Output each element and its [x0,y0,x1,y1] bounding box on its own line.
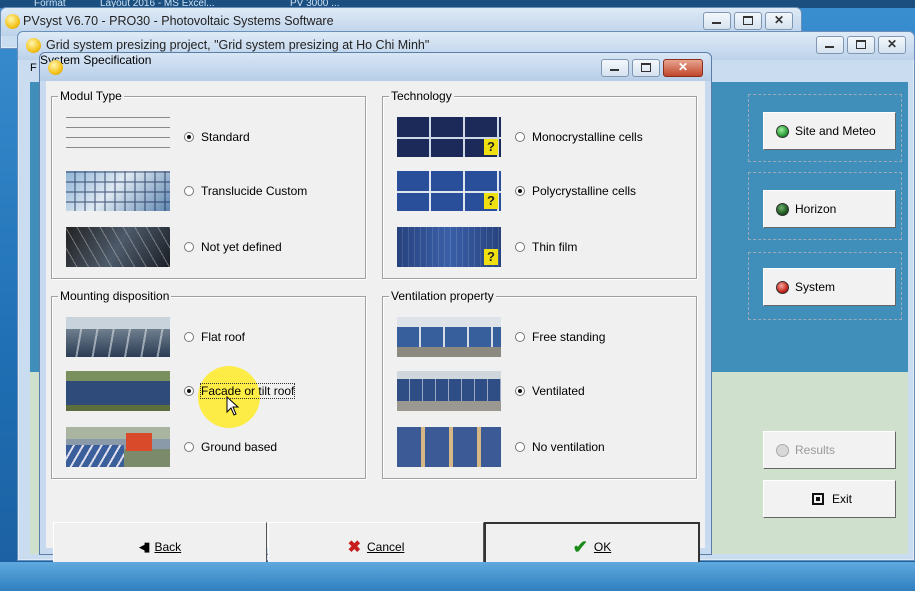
back-arrow-icon: ◂▮ [138,539,151,554]
translucide-radio[interactable] [184,186,194,196]
horizon-label: Horizon [795,202,837,216]
exit-label: Exit [832,492,853,506]
site-status-led-icon [776,124,789,138]
green-check-icon: ✔ [572,536,588,557]
option-no-ventilation[interactable]: No ventilation [387,425,687,469]
ground-based-label: Ground based [201,440,278,454]
pvsyst-minimize-button[interactable] [703,12,731,30]
mouse-pointer-icon [226,396,240,416]
monocrystalline-radio[interactable] [515,132,525,142]
project-window-title: Grid system presizing project, "Grid sys… [46,38,430,52]
modul-type-label: Modul Type [58,89,124,103]
results-status-led-icon [776,443,789,457]
option-ventilated[interactable]: Ventilated [387,369,687,413]
horizon-status-led-icon [776,202,789,216]
thin-film-image: ? [397,227,501,267]
standard-radio[interactable] [184,132,194,142]
facade-radio[interactable] [184,386,194,396]
project-menu-file[interactable]: F [30,62,37,74]
poly-help-icon[interactable]: ? [484,193,498,209]
system-specification-dialog: System Specification ✕ Modul Type Standa… [39,52,712,572]
option-ground-based[interactable]: Ground based [56,425,356,469]
option-not-yet-defined[interactable]: Not yet defined [56,225,356,269]
mono-cells-image: ? [397,117,501,157]
option-free-standing[interactable]: Free standing [387,315,687,359]
no-ventilation-label: No ventilation [532,440,605,454]
mono-help-icon[interactable]: ? [484,139,498,155]
project-maximize-button[interactable] [847,36,875,54]
polycrystalline-radio[interactable] [515,186,525,196]
mounting-disposition-label: Mounting disposition [58,289,172,303]
flat-roof-radio[interactable] [184,332,194,342]
windows-taskbar [0,562,915,591]
not-yet-defined-radio[interactable] [184,242,194,252]
polycrystalline-label: Polycrystalline cells [532,184,637,198]
facade-label: Facade or tilt roof [199,383,296,399]
results-label: Results [795,443,836,457]
translucide-label: Translucide Custom [201,184,308,198]
exit-box-icon [812,493,824,505]
standard-label: Standard [201,130,250,144]
dialog-minimize-button[interactable] [601,59,629,77]
option-translucide-custom[interactable]: Translucide Custom [56,169,356,213]
thin-film-label: Thin film [532,240,578,254]
technology-label: Technology [389,89,454,103]
thin-film-radio[interactable] [515,242,525,252]
ventilation-property-group: Ventilation property Free standing Venti… [382,289,697,479]
free-standing-label: Free standing [532,330,606,344]
translucid-module-image [66,171,170,211]
site-and-meteo-button[interactable]: Site and Meteo [763,112,896,150]
free-standing-image [397,317,501,357]
dialog-titlebar: System Specification ✕ [40,53,711,81]
poly-cells-image: ? [397,171,501,211]
ok-label: OK [593,540,612,554]
dialog-maximize-button[interactable] [632,59,660,77]
ventilated-radio[interactable] [515,386,525,396]
option-polycrystalline[interactable]: ? Polycrystalline cells [387,169,687,213]
ground-based-image [66,427,170,467]
option-monocrystalline[interactable]: ? Monocrystalline cells [387,115,687,159]
site-and-meteo-label: Site and Meteo [795,124,876,138]
ventilated-label: Ventilated [532,384,585,398]
project-minimize-button[interactable] [816,36,844,54]
horizon-button[interactable]: Horizon [763,190,896,228]
red-x-icon: ✖ [347,539,362,556]
modul-type-group: Modul Type Standard Translucide Custom N… [51,89,366,279]
system-status-led-icon [776,280,789,294]
tilt-roof-image [66,371,170,411]
technology-group: Technology ? Monocrystalline cells ? Pol… [382,89,697,279]
system-label: System [795,280,836,294]
monocrystalline-label: Monocrystalline cells [532,130,643,144]
pvsyst-maximize-button[interactable] [734,12,762,30]
undefined-module-image [66,227,170,267]
option-standard[interactable]: Standard [56,115,356,159]
dialog-body: Modul Type Standard Translucide Custom N… [46,81,705,572]
not-yet-defined-label: Not yet defined [201,240,282,254]
back-label: Back [154,540,182,554]
ground-based-radio[interactable] [184,442,194,452]
project-app-icon [26,38,41,53]
project-close-button[interactable]: ✕ [878,36,906,54]
flat-roof-label: Flat roof [201,330,246,344]
mounting-disposition-group: Mounting disposition Flat roof Facade or… [51,289,366,479]
flat-roof-image [66,317,170,357]
pvsyst-window-title: PVsyst V6.70 - PRO30 - Photovoltaic Syst… [23,14,334,28]
pvsyst-close-button[interactable]: ✕ [765,12,793,30]
standard-module-image [66,117,170,157]
dialog-app-icon [48,60,63,75]
exit-button[interactable]: Exit [763,480,896,518]
system-button[interactable]: System [763,268,896,306]
cancel-label: Cancel [367,540,405,554]
free-standing-radio[interactable] [515,332,525,342]
ventilation-property-label: Ventilation property [389,289,496,303]
dialog-close-button[interactable]: ✕ [663,59,703,77]
thin-film-help-icon[interactable]: ? [484,249,498,265]
no-ventilation-radio[interactable] [515,442,525,452]
option-thin-film[interactable]: ? Thin film [387,225,687,269]
pvsyst-app-icon [5,14,20,29]
option-flat-roof[interactable]: Flat roof [56,315,356,359]
results-button[interactable]: Results [763,431,896,469]
no-ventilation-image [397,427,501,467]
ventilated-image [397,371,501,411]
